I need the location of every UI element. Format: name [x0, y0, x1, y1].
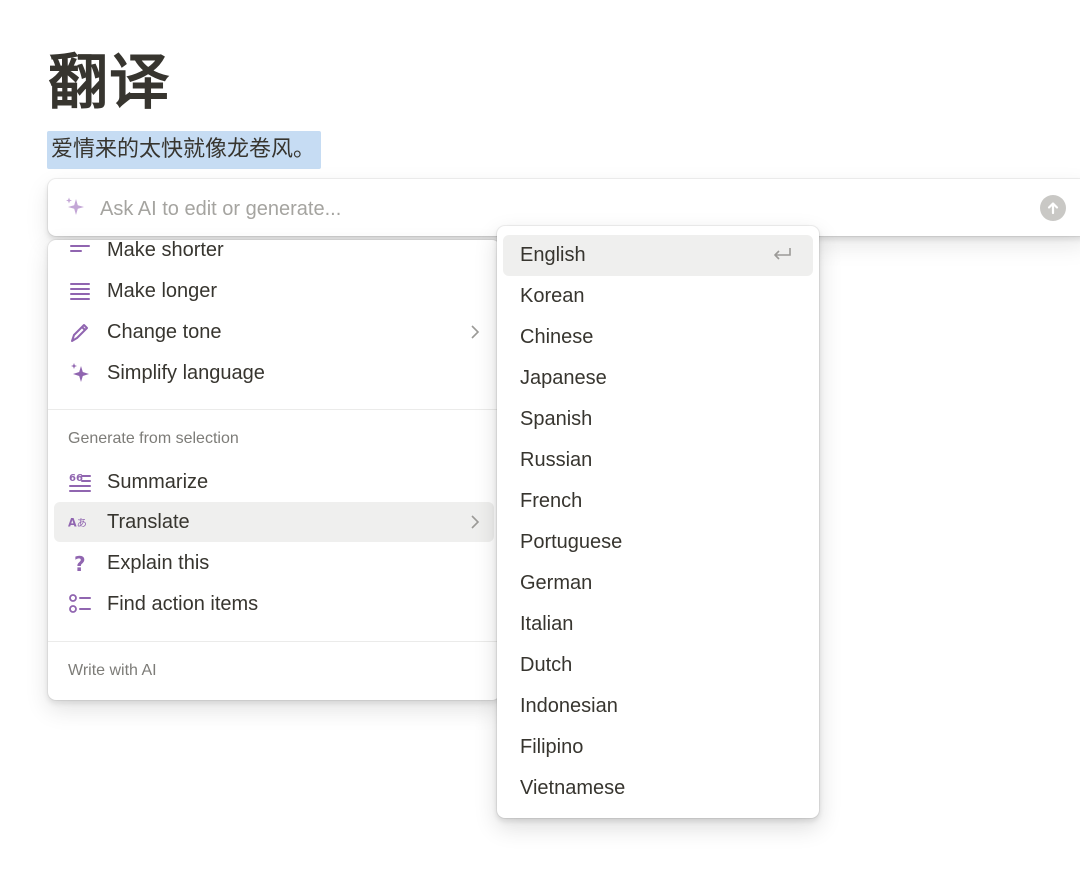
menu-item-label: Make longer [107, 280, 218, 302]
ai-sparkle-icon [66, 197, 84, 215]
menu-divider [48, 641, 500, 642]
language-submenu: English Korean Chinese Japanese Spanish … [497, 226, 819, 818]
menu-item-label: Summarize [107, 471, 209, 493]
language-label: Chinese [520, 326, 594, 348]
language-label: Russian [520, 449, 593, 471]
language-label: Japanese [520, 367, 607, 389]
language-label: Korean [520, 285, 585, 307]
submit-button[interactable] [1040, 195, 1066, 221]
language-label: French [520, 490, 583, 512]
question-icon: ? [74, 552, 86, 574]
arrow-up-icon [1047, 202, 1059, 215]
menu-item-label: Change tone [107, 321, 222, 343]
language-label: Spanish [520, 408, 593, 430]
language-option-dutch[interactable]: Dutch [503, 645, 813, 686]
language-label: Vietnamese [520, 777, 626, 799]
page-title: 翻译 [48, 48, 170, 118]
menu-item-label: Translate [107, 511, 190, 533]
translate-icon: A あ [68, 516, 87, 529]
ai-prompt-input[interactable] [98, 191, 1002, 227]
language-label: Filipino [520, 736, 584, 758]
menu-item-explain-this[interactable]: ? Explain this [54, 543, 494, 583]
menu-divider [48, 409, 500, 410]
language-label: German [520, 572, 593, 594]
language-label: Indonesian [520, 695, 618, 717]
chevron-right-icon [471, 515, 480, 529]
language-option-german[interactable]: German [503, 563, 813, 604]
svg-text:66: 66 [69, 473, 83, 484]
menu-item-summarize[interactable]: 66 Summarize [54, 462, 494, 502]
language-label: English [520, 244, 586, 266]
language-list: English Korean Chinese Japanese Spanish … [503, 235, 813, 809]
language-label: Portuguese [520, 531, 623, 553]
section-label-write: Write with AI [68, 662, 157, 679]
menu-item-label: Find action items [107, 593, 259, 615]
selected-text[interactable]: 爱情来的太快就像龙卷风。 [47, 131, 322, 169]
language-option-portuguese[interactable]: Portuguese [503, 522, 813, 563]
menu-item-find-action-items[interactable]: Find action items [54, 584, 494, 624]
language-option-russian[interactable]: Russian [503, 440, 813, 481]
language-option-french[interactable]: French [503, 481, 813, 522]
menu-item-label: Make shorter [107, 240, 224, 261]
language-label: Italian [520, 613, 574, 635]
menu-item-label: Simplify language [107, 362, 265, 384]
svg-text:A: A [68, 516, 77, 529]
svg-text:あ: あ [77, 517, 87, 529]
language-option-indonesian[interactable]: Indonesian [503, 686, 813, 727]
menu-item-translate[interactable]: A あ Translate [54, 502, 494, 542]
menu-item-make-longer[interactable]: Make longer [54, 271, 494, 311]
menu-item-simplify-language[interactable]: Simplify language [54, 353, 494, 393]
chevron-right-icon [471, 325, 480, 339]
language-option-filipino[interactable]: Filipino [503, 727, 813, 768]
summarize-icon: 66 [69, 473, 91, 492]
language-option-english[interactable]: English [503, 235, 813, 276]
short-text-icon [70, 245, 90, 252]
pen-icon [71, 324, 88, 342]
menu-item-change-tone[interactable]: Change tone [54, 312, 494, 352]
long-text-icon [70, 283, 90, 300]
enter-key-icon [774, 248, 791, 260]
language-option-spanish[interactable]: Spanish [503, 399, 813, 440]
language-option-japanese[interactable]: Japanese [503, 358, 813, 399]
ai-actions-menu: Make shorter Make longer Change tone Sim… [48, 240, 500, 700]
language-option-vietnamese[interactable]: Vietnamese [503, 768, 813, 809]
language-option-korean[interactable]: Korean [503, 276, 813, 317]
sparkle-icon [71, 363, 89, 382]
menu-item-label: Explain this [107, 552, 210, 574]
language-option-chinese[interactable]: Chinese [503, 317, 813, 358]
svg-text:?: ? [74, 552, 86, 574]
language-option-italian[interactable]: Italian [503, 604, 813, 645]
language-label: Dutch [520, 654, 573, 676]
checklist-icon [69, 594, 91, 613]
section-label-generate: Generate from selection [68, 430, 239, 447]
menu-item-make-shorter[interactable]: Make shorter [54, 240, 494, 270]
